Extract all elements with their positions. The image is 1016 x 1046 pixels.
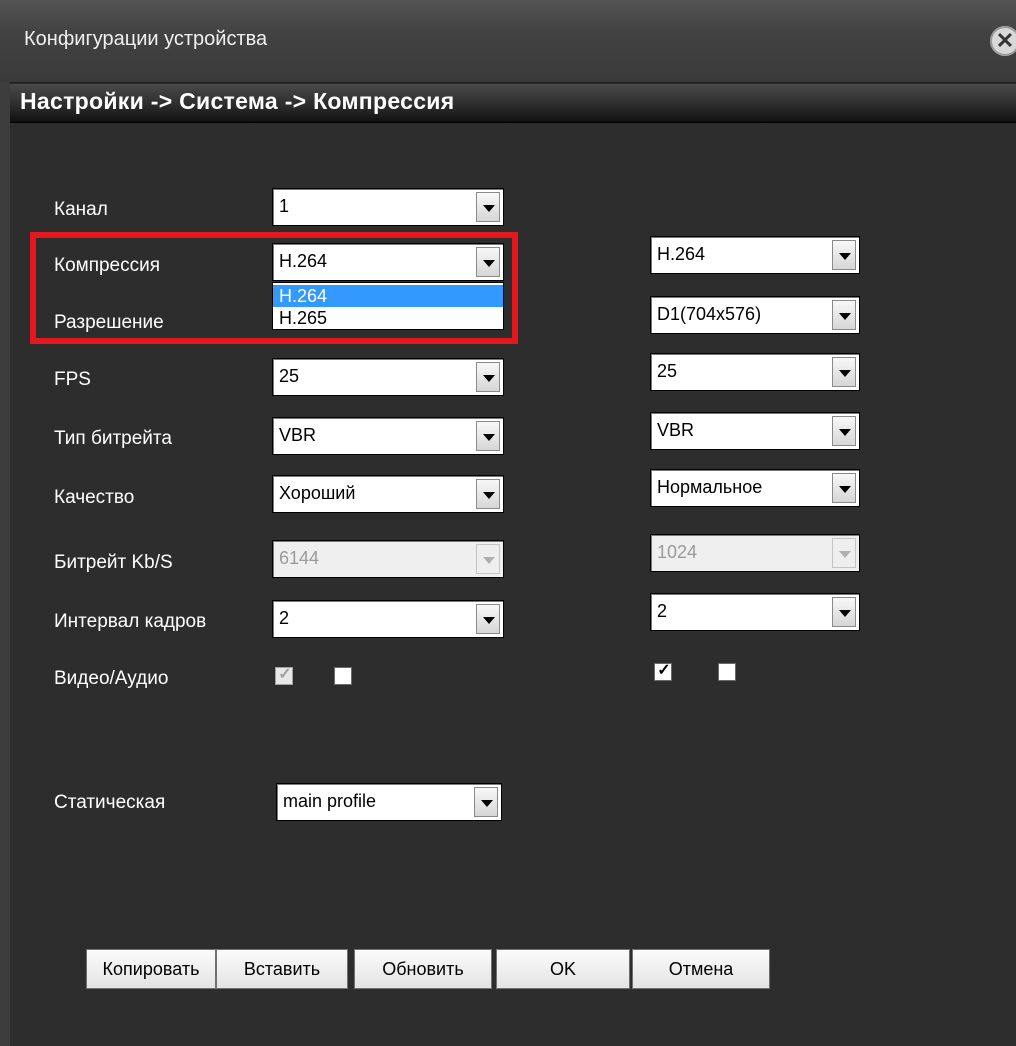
chevron-down-icon[interactable] <box>832 416 856 446</box>
main-audio-checkbox[interactable] <box>334 667 352 685</box>
chevron-down-icon[interactable] <box>476 192 500 222</box>
chevron-down-icon <box>832 538 856 568</box>
label-quality: Качество <box>54 487 135 508</box>
extra-compression-select[interactable]: H.264 <box>650 236 860 274</box>
highlight-box <box>30 232 518 344</box>
extra-fps-value: 25 <box>657 361 678 381</box>
channel-select[interactable]: 1 <box>272 188 504 226</box>
refresh-button[interactable]: Обновить <box>354 949 492 989</box>
static-profile-value: main profile <box>283 791 377 811</box>
chevron-down-icon[interactable] <box>832 240 856 270</box>
label-channel: Канал <box>54 199 108 220</box>
chevron-down-icon[interactable] <box>474 787 498 817</box>
extra-frame-interval-value: 2 <box>657 601 668 621</box>
window-title: Конфигурации устройства <box>24 28 268 50</box>
extra-quality-select[interactable]: Нормальное <box>650 469 860 507</box>
extra-resolution-value: D1(704x576) <box>657 304 762 324</box>
static-profile-select[interactable]: main profile <box>276 783 502 821</box>
chevron-down-icon[interactable] <box>476 479 500 509</box>
extra-bitrate-value: 1024 <box>657 542 698 562</box>
chevron-down-icon[interactable] <box>832 357 856 387</box>
quality-value: Хороший <box>279 483 356 503</box>
chevron-down-icon[interactable] <box>832 300 856 330</box>
extra-bitrate-type-select[interactable]: VBR <box>650 412 860 450</box>
label-video-audio: Видео/Аудио <box>54 668 169 689</box>
close-icon: ✕ <box>995 28 1015 53</box>
extra-resolution-select[interactable]: D1(704x576) <box>650 296 860 334</box>
checkmark-icon: ✓ <box>657 662 671 679</box>
fps-value: 25 <box>279 366 300 386</box>
extra-fps-select[interactable]: 25 <box>650 353 860 391</box>
channel-value: 1 <box>279 196 290 216</box>
title-bar: Конфигурации устройства ✕ <box>0 0 1016 83</box>
extra-compression-value: H.264 <box>657 244 706 264</box>
extra-bitrate-select: 1024 <box>650 534 860 572</box>
extra-audio-checkbox[interactable] <box>718 663 736 681</box>
label-bitrate-type: Тип битрейта <box>54 428 172 449</box>
breadcrumb: Настройки -> Система -> Компрессия <box>20 88 455 114</box>
chevron-down-icon[interactable] <box>476 421 500 451</box>
label-bitrate: Битрейт Kb/S <box>54 552 173 573</box>
chevron-down-icon[interactable] <box>476 604 500 634</box>
chevron-down-icon[interactable] <box>832 473 856 503</box>
checkmark-icon: ✓ <box>278 666 292 683</box>
extra-video-checkbox[interactable]: ✓ <box>654 662 672 681</box>
config-window: Конфигурации устройства ✕ Настройки -> С… <box>0 0 1016 1046</box>
cancel-button[interactable]: Отмена <box>632 949 770 989</box>
chevron-down-icon <box>476 544 500 574</box>
bitrate-type-select[interactable]: VBR <box>272 417 504 455</box>
extra-quality-value: Нормальное <box>657 477 763 497</box>
frame-interval-select[interactable]: 2 <box>272 600 504 638</box>
frame-interval-value: 2 <box>279 608 290 628</box>
bitrate-value: 6144 <box>279 548 320 568</box>
chevron-down-icon[interactable] <box>832 597 856 627</box>
extra-bitrate-type-value: VBR <box>657 420 695 440</box>
breadcrumb-bar: Настройки -> Система -> Компрессия <box>10 84 1016 123</box>
label-frame-interval: Интервал кадров <box>54 611 207 632</box>
bitrate-type-value: VBR <box>279 425 317 445</box>
ok-button[interactable]: OK <box>496 949 630 989</box>
copy-button[interactable]: Копировать <box>86 949 216 989</box>
paste-button[interactable]: Вставить <box>216 949 348 989</box>
bitrate-select: 6144 <box>272 540 504 578</box>
chevron-down-icon[interactable] <box>476 362 500 392</box>
main-video-checkbox: ✓ <box>275 666 293 685</box>
extra-frame-interval-select[interactable]: 2 <box>650 593 860 631</box>
close-button[interactable]: ✕ <box>990 26 1016 56</box>
label-fps: FPS <box>54 369 91 390</box>
quality-select[interactable]: Хороший <box>272 475 504 513</box>
label-static: Статическая <box>54 792 166 813</box>
fps-select[interactable]: 25 <box>272 358 504 396</box>
